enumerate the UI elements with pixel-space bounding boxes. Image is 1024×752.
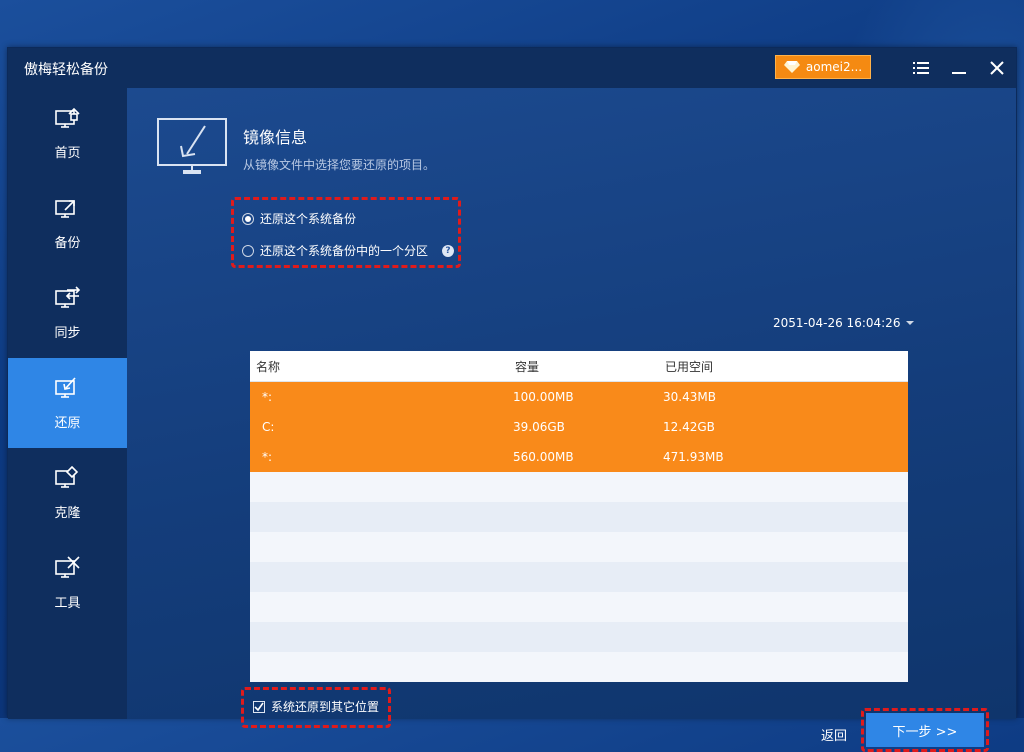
header-used: 已用空间 [665, 359, 714, 374]
sidebar-item-sync[interactable]: 同步 [8, 268, 127, 358]
option-restore-partition[interactable]: 还原这个系统备份中的一个分区 ? [242, 242, 455, 259]
sidebar-item-backup[interactable]: 备份 [8, 178, 127, 268]
table-row[interactable]: *: 100.00MB 30.43MB [250, 382, 908, 412]
main-content: 镜像信息 从镜像文件中选择您要还原的项目。 还原这个系统备份 还原这个系统备份中… [127, 88, 1016, 752]
sync-icon [54, 285, 81, 314]
app-window: 傲梅轻松备份 aomei2... 首页 备份 同步 还原 克隆 工具 镜像信息 … [7, 47, 1017, 752]
cell-used: 12.42GB [663, 420, 715, 434]
sidebar-item-label: 工具 [54, 595, 81, 611]
empty-row [250, 592, 908, 622]
clone-icon [54, 465, 81, 494]
sidebar-item-label: 还原 [54, 415, 81, 431]
option-label: 还原这个系统备份中的一个分区 [260, 244, 429, 258]
sidebar-item-tools[interactable]: 工具 [8, 538, 127, 628]
cell-name: C: [262, 420, 275, 434]
empty-row [250, 532, 908, 562]
restore-other-location-option[interactable]: 系统还原到其它位置 [253, 698, 379, 715]
help-icon[interactable]: ? [442, 244, 455, 257]
sidebar-item-label: 克隆 [54, 505, 81, 521]
empty-row [250, 622, 908, 652]
table-row[interactable]: *: 560.00MB 471.93MB [250, 442, 908, 472]
table-header: 名称 容量 已用空间 [250, 351, 908, 382]
minimize-icon[interactable] [949, 58, 969, 78]
partition-table: 名称 容量 已用空间 *: 100.00MB 30.43MB C: 39.06G… [250, 351, 908, 682]
option-restore-system[interactable]: 还原这个系统备份 [242, 210, 356, 227]
empty-row [250, 562, 908, 592]
cell-capacity: 39.06GB [513, 420, 565, 434]
tools-icon [54, 555, 81, 584]
empty-row [250, 472, 908, 502]
restore-icon [54, 376, 81, 404]
radio-checked[interactable] [242, 212, 254, 225]
empty-row [250, 652, 908, 682]
backup-time-selector[interactable]: 2051-04-26 16:04:26 [773, 316, 915, 330]
header-capacity: 容量 [515, 359, 540, 374]
app-title: 傲梅轻松备份 [24, 62, 108, 78]
sidebar-item-label: 备份 [54, 235, 81, 251]
back-button[interactable]: 返回 [821, 725, 847, 744]
cell-name: *: [262, 390, 273, 404]
page-title: 镜像信息 [243, 128, 308, 147]
diamond-icon [783, 61, 800, 73]
table-row[interactable]: C: 39.06GB 12.42GB [250, 412, 908, 442]
cell-name: *: [262, 450, 273, 464]
user-badge[interactable]: aomei2... [775, 55, 871, 79]
radio-unchecked[interactable] [242, 244, 254, 257]
home-icon [54, 106, 81, 134]
sidebar-item-clone[interactable]: 克隆 [8, 448, 127, 538]
sidebar-item-home[interactable]: 首页 [8, 88, 127, 178]
backup-timestamp: 2051-04-26 16:04:26 [773, 316, 901, 330]
page-subtitle: 从镜像文件中选择您要还原的项目。 [243, 158, 436, 172]
option-label: 还原这个系统备份 [260, 212, 357, 226]
chevron-down-icon [906, 321, 915, 325]
sidebar: 首页 备份 同步 还原 克隆 工具 [8, 88, 127, 719]
empty-row [250, 502, 908, 532]
next-button[interactable]: 下一步 >> [866, 713, 984, 747]
close-icon[interactable] [987, 58, 1007, 78]
cell-used: 30.43MB [663, 390, 716, 404]
checkbox-checked[interactable] [253, 700, 265, 713]
backup-icon [54, 196, 81, 224]
titlebar: 傲梅轻松备份 aomei2... [8, 48, 1016, 88]
user-badge-label: aomei2... [805, 60, 863, 74]
next-button-label: 下一步 >> [892, 724, 958, 740]
sidebar-item-restore[interactable]: 还原 [8, 358, 127, 448]
sidebar-item-label: 同步 [54, 325, 81, 341]
cell-used: 471.93MB [663, 450, 724, 464]
header-name: 名称 [256, 359, 281, 374]
cell-capacity: 100.00MB [513, 390, 574, 404]
checkbox-label: 系统还原到其它位置 [271, 700, 380, 714]
image-info-icon [157, 118, 227, 174]
list-menu-icon[interactable] [911, 58, 931, 78]
sidebar-item-label: 首页 [54, 145, 81, 161]
cell-capacity: 560.00MB [513, 450, 574, 464]
